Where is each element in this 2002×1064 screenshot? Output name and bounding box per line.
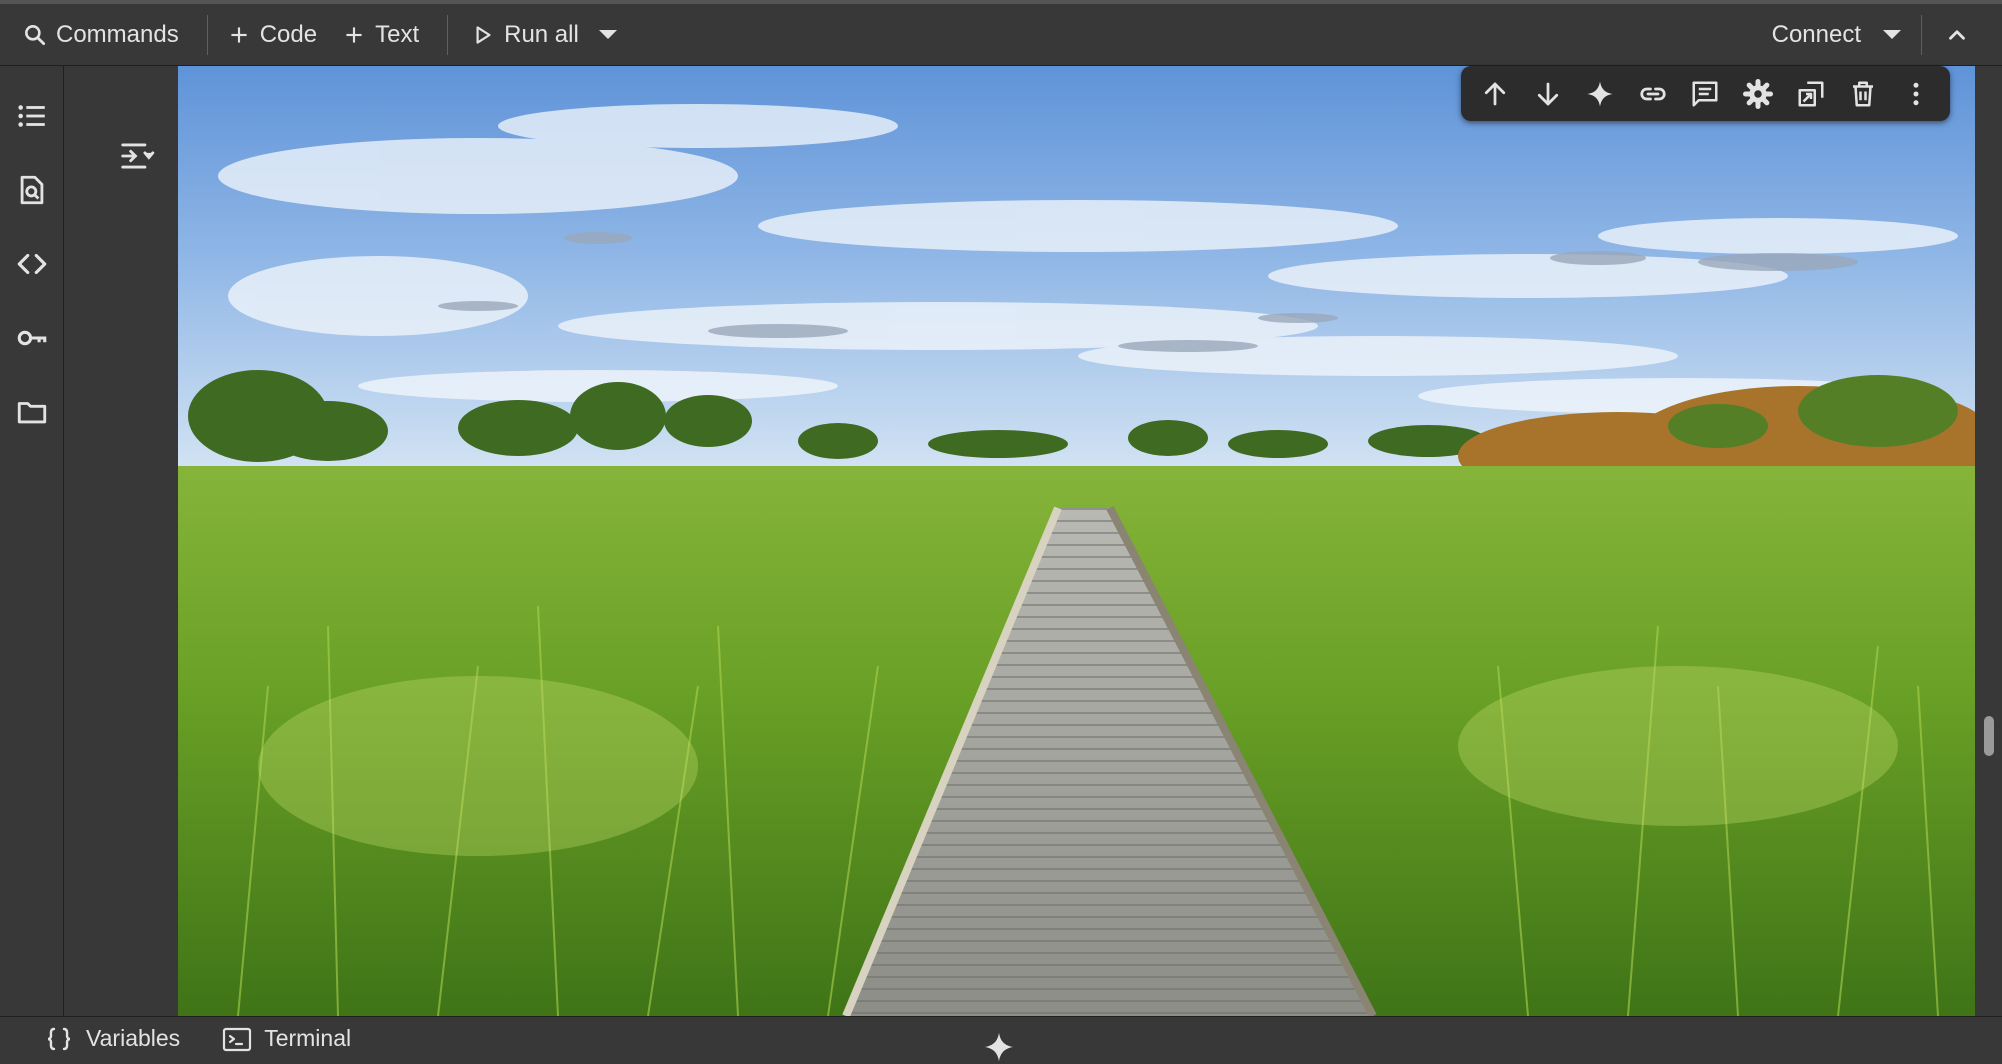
- arrow-up-icon: [1480, 79, 1510, 109]
- gemini-chat-button[interactable]: [982, 1030, 1016, 1064]
- add-code-label: Code: [259, 20, 318, 48]
- search-icon: [22, 22, 48, 48]
- scrollbar-thumb[interactable]: [1984, 716, 1994, 756]
- output-actions-button[interactable]: [115, 134, 159, 178]
- add-text-label: Text: [375, 20, 420, 48]
- play-icon: [470, 22, 496, 48]
- terminal-icon: [222, 1025, 252, 1053]
- chevron-down-icon: [1883, 30, 1901, 39]
- curly-braces-icon: [44, 1025, 74, 1053]
- more-actions-button[interactable]: [1895, 73, 1937, 115]
- gemini-button[interactable]: [1579, 73, 1621, 115]
- cell-output-image: [178, 66, 1975, 1016]
- add-code-button[interactable]: Code: [214, 12, 329, 58]
- secrets-key-icon: [15, 321, 49, 355]
- left-sidebar: [0, 66, 64, 1016]
- more-vert-icon: [1901, 79, 1931, 109]
- terminal-button[interactable]: Terminal: [222, 1025, 351, 1053]
- connect-label: Connect: [1771, 20, 1861, 48]
- add-text-button[interactable]: Text: [329, 12, 431, 58]
- gemini-sparkle-icon: [982, 1030, 1016, 1064]
- comment-icon: [1690, 79, 1720, 109]
- table-of-contents-button[interactable]: [12, 96, 52, 136]
- find-replace-button[interactable]: [12, 170, 52, 210]
- move-cell-down-button[interactable]: [1527, 73, 1569, 115]
- cell-gutter: [65, 66, 178, 1016]
- collapse-header-button[interactable]: [1932, 12, 1982, 58]
- files-folder-icon: [15, 395, 49, 429]
- code-snippets-icon: [15, 247, 49, 281]
- variables-label: Variables: [86, 1025, 181, 1051]
- delete-cell-button[interactable]: [1842, 73, 1884, 115]
- arrow-down-icon: [1533, 79, 1563, 109]
- run-all-label: Run all: [504, 20, 579, 48]
- cell-toolbar: [1461, 66, 1950, 121]
- add-comment-button[interactable]: [1684, 73, 1726, 115]
- files-button[interactable]: [12, 392, 52, 432]
- mirror-cell-icon: [1796, 79, 1826, 109]
- mirror-cell-button[interactable]: [1790, 73, 1832, 115]
- cell-settings-button[interactable]: [1737, 73, 1779, 115]
- output-collapse-icon: [118, 137, 156, 175]
- connect-options-dropdown[interactable]: [1873, 12, 1911, 58]
- toolbar-divider: [447, 14, 449, 55]
- move-cell-up-button[interactable]: [1474, 73, 1516, 115]
- run-options-dropdown[interactable]: [591, 12, 625, 58]
- link-icon: [1638, 79, 1668, 109]
- copy-link-button[interactable]: [1632, 73, 1674, 115]
- commands-button[interactable]: Commands: [10, 12, 191, 58]
- commands-label: Commands: [56, 20, 179, 48]
- gear-icon: [1743, 78, 1773, 109]
- delete-icon: [1848, 79, 1878, 109]
- find-replace-icon: [15, 173, 49, 207]
- secrets-button[interactable]: [12, 318, 52, 358]
- top-toolbar: Commands Code Text Run all Connect: [0, 0, 2002, 66]
- terminal-label: Terminal: [264, 1025, 352, 1051]
- variables-button[interactable]: Variables: [44, 1025, 180, 1053]
- code-snippets-button[interactable]: [12, 244, 52, 284]
- table-of-contents-icon: [15, 99, 49, 133]
- plus-icon: [226, 22, 252, 48]
- chevron-up-icon: [1944, 22, 1970, 48]
- chevron-down-icon: [598, 30, 617, 39]
- toolbar-divider: [206, 14, 208, 55]
- plus-icon: [341, 22, 367, 48]
- notebook-scrollbar[interactable]: [1975, 66, 2002, 1016]
- toolbar-divider: [1921, 14, 1922, 55]
- connect-button[interactable]: Connect: [1760, 12, 1873, 58]
- run-all-button[interactable]: Run all: [458, 12, 591, 58]
- gemini-sparkle-icon: [1585, 79, 1615, 109]
